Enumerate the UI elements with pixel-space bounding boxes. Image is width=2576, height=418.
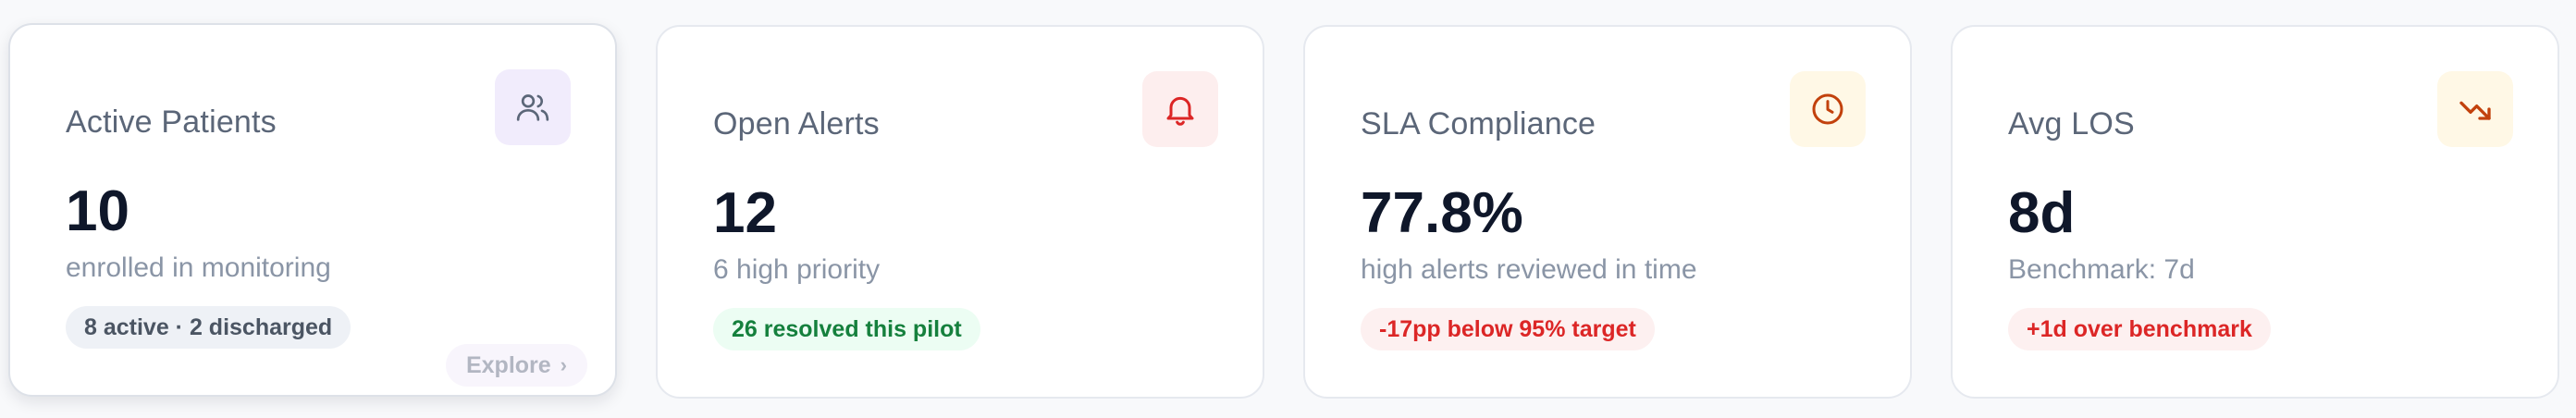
kpi-card-sla-compliance[interactable]: SLA Compliance 77.8% high alerts reviewe… <box>1303 25 1912 399</box>
explore-button[interactable]: Explore › <box>445 344 587 387</box>
status-badge: -17pp below 95% target <box>1361 308 1655 350</box>
bell-icon <box>1166 96 1194 126</box>
metric-value: 10 <box>66 179 129 243</box>
card-title: Active Patients <box>66 104 277 140</box>
metric-subtitle: high alerts reviewed in time <box>1361 254 1697 285</box>
card-title: Open Alerts <box>713 106 880 141</box>
metric-subtitle: Benchmark: 7d <box>2008 254 2195 285</box>
kpi-card-avg-los[interactable]: Avg LOS 8d Benchmark: 7d +1d over benchm… <box>1951 25 2559 399</box>
chevron-right-icon: › <box>560 353 567 376</box>
clock-icon <box>1812 93 1843 125</box>
icon-badge <box>2437 71 2513 147</box>
icon-badge <box>495 69 571 145</box>
status-badge: 26 resolved this pilot <box>713 308 980 350</box>
icon-badge <box>1790 71 1866 147</box>
status-badge: 8 active · 2 discharged <box>66 306 351 349</box>
metric-subtitle: enrolled in monitoring <box>66 252 331 283</box>
explore-label: Explore <box>465 351 551 378</box>
card-title: SLA Compliance <box>1361 106 1596 141</box>
status-badge: +1d over benchmark <box>2008 308 2271 350</box>
users-icon <box>516 94 549 121</box>
kpi-card-open-alerts[interactable]: Open Alerts 12 6 high priority 26 resolv… <box>656 25 1264 399</box>
metric-value: 77.8% <box>1361 181 1523 245</box>
metric-value: 12 <box>713 181 777 245</box>
kpi-card-active-patients[interactable]: Active Patients 10 enrolled in monitorin… <box>8 23 617 397</box>
kpi-cards: Active Patients 10 enrolled in monitorin… <box>0 0 2576 418</box>
metric-subtitle: 6 high priority <box>713 254 881 285</box>
trending-down-icon <box>2459 101 2491 120</box>
metric-value: 8d <box>2008 181 2076 245</box>
card-title: Avg LOS <box>2008 106 2135 141</box>
icon-badge <box>1142 71 1218 147</box>
